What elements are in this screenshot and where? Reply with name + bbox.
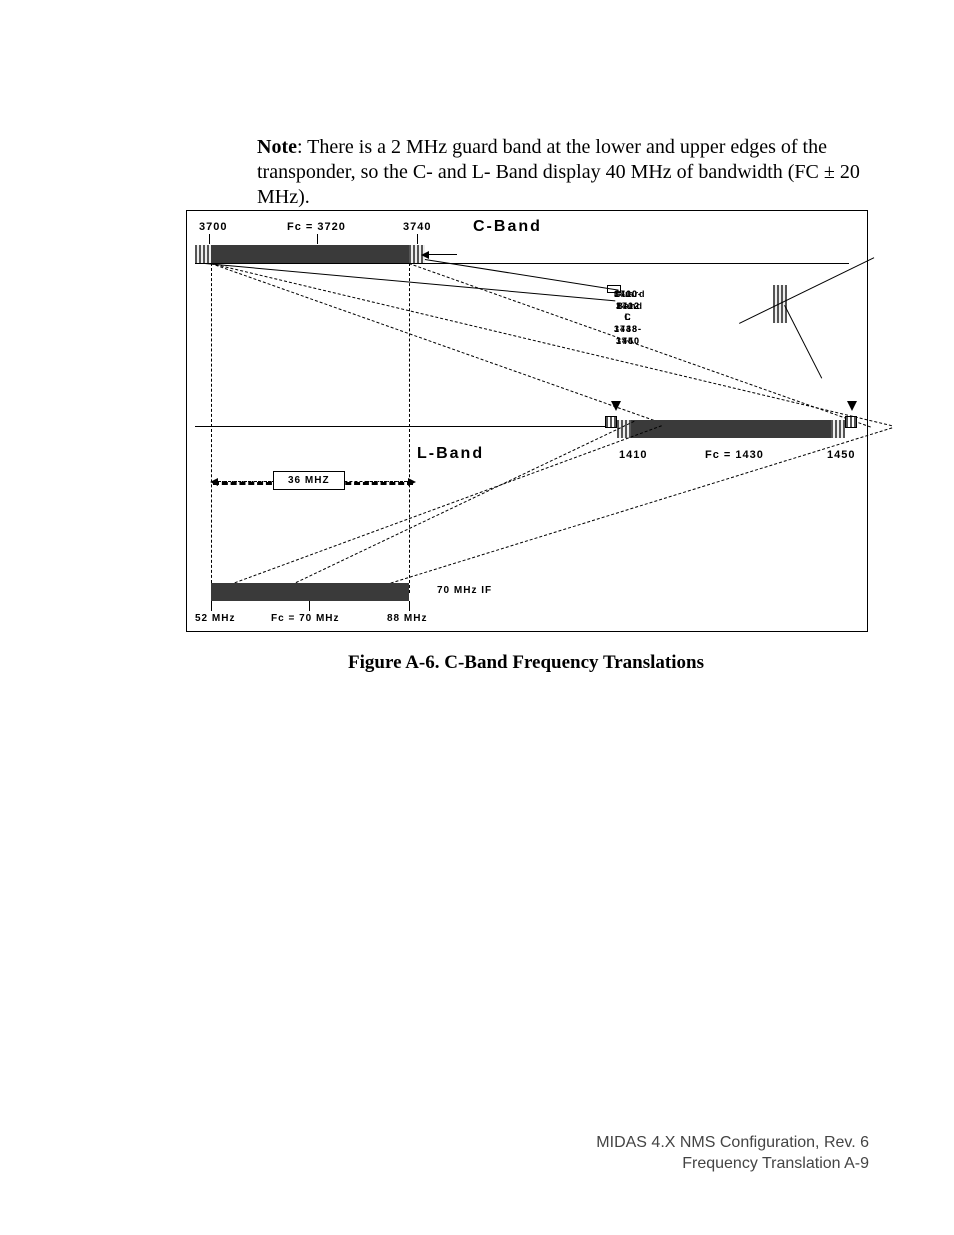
tick [309, 601, 310, 611]
footer-line2: Frequency Translation A-9 [596, 1153, 869, 1175]
note-body: : There is a 2 MHz guard band at the low… [257, 136, 860, 208]
arrowhead-down [847, 401, 857, 411]
note-paragraph: Note: There is a 2 MHz guard band at the… [257, 135, 869, 210]
dotted [213, 481, 273, 482]
figure-caption: Figure A-6. C-Band Frequency Translation… [186, 652, 866, 674]
tick [417, 234, 418, 244]
axis-line [195, 263, 849, 264]
tick [209, 234, 210, 244]
if-fc: Fc = 70 MHz [271, 613, 340, 624]
marker-square [845, 416, 857, 428]
map-dash [211, 263, 892, 426]
footer-line1: MIDAS 4.X NMS Configuration, Rev. 6 [596, 1132, 869, 1154]
if-bar [211, 583, 409, 601]
cband-left-freq: 3700 [199, 221, 227, 233]
arrow [427, 254, 457, 255]
lband-title: L-Band [417, 445, 484, 463]
cband-title: C-Band [473, 218, 542, 236]
tick [317, 234, 318, 244]
lband-right: 1450 [827, 449, 855, 461]
lband-fc: Fc = 1430 [705, 449, 764, 461]
lband-bar [631, 420, 831, 438]
leader [784, 305, 822, 379]
tick [211, 601, 212, 611]
marker-square [605, 416, 617, 428]
note-bold: Note [257, 136, 297, 158]
if-left: 52 MHz [195, 613, 235, 624]
gb-l: 1410-1412 L 1448-1450 [614, 289, 642, 347]
arrowhead-down [611, 401, 621, 411]
cband-right-freq: 3740 [403, 221, 431, 233]
tick [409, 601, 410, 611]
lband-left: 1410 [619, 449, 647, 461]
guard-hatch [195, 245, 211, 263]
guard-hatch [831, 420, 845, 438]
label-36mhz: 36 MHZ [273, 471, 345, 490]
vguide [409, 263, 410, 593]
page-footer: MIDAS 4.X NMS Configuration, Rev. 6 Freq… [596, 1132, 869, 1175]
dotted [367, 481, 409, 482]
figure-a6-diagram: 3700 Fc = 3720 3740 C-Band Guard Band 37… [186, 210, 868, 632]
cband-bar [211, 245, 409, 263]
cband-fc: Fc = 3720 [287, 221, 346, 233]
vguide [211, 263, 212, 593]
leader [739, 257, 874, 324]
if-right: 88 MHz [387, 613, 427, 624]
if-title: 70 MHz IF [437, 585, 492, 596]
